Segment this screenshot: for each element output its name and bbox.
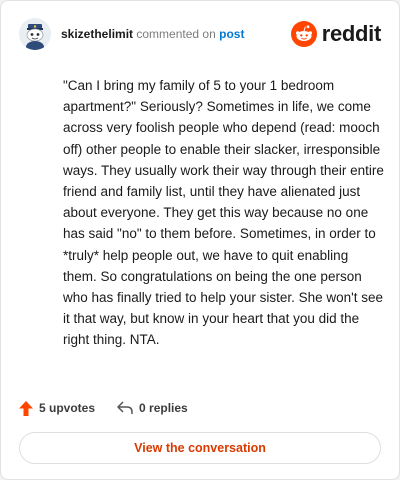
comment-actions: 5 upvotes 0 replies	[19, 397, 188, 419]
reddit-logo-icon	[290, 21, 317, 47]
reddit-logo[interactable]: reddit	[290, 21, 382, 47]
reply-arrow-icon	[117, 401, 133, 414]
logo-wordmark: reddit	[321, 21, 382, 46]
avatar[interactable]	[19, 18, 51, 50]
snoo-avatar-icon	[19, 18, 51, 50]
upvote-button[interactable]: 5 upvotes	[19, 400, 96, 416]
replies-button[interactable]: 0 replies	[117, 401, 188, 415]
comment-body: "Can I bring my family of 5 to your 1 be…	[63, 78, 384, 348]
upvote-arrow-icon	[19, 400, 33, 416]
comment-meta: skizethelimit commented on post	[61, 27, 291, 41]
action-text: commented on	[136, 27, 216, 41]
comment-embed-card: skizethelimit commented on post reddit "…	[0, 0, 400, 480]
post-link[interactable]: post	[219, 27, 244, 41]
username-link[interactable]: skizethelimit	[61, 27, 133, 41]
reply-count: 0 replies	[139, 401, 188, 415]
view-conversation-button[interactable]: View the conversation	[19, 432, 381, 464]
upvote-count: 5 upvotes	[39, 401, 96, 415]
comment-header: skizethelimit commented on post reddit	[19, 17, 381, 51]
